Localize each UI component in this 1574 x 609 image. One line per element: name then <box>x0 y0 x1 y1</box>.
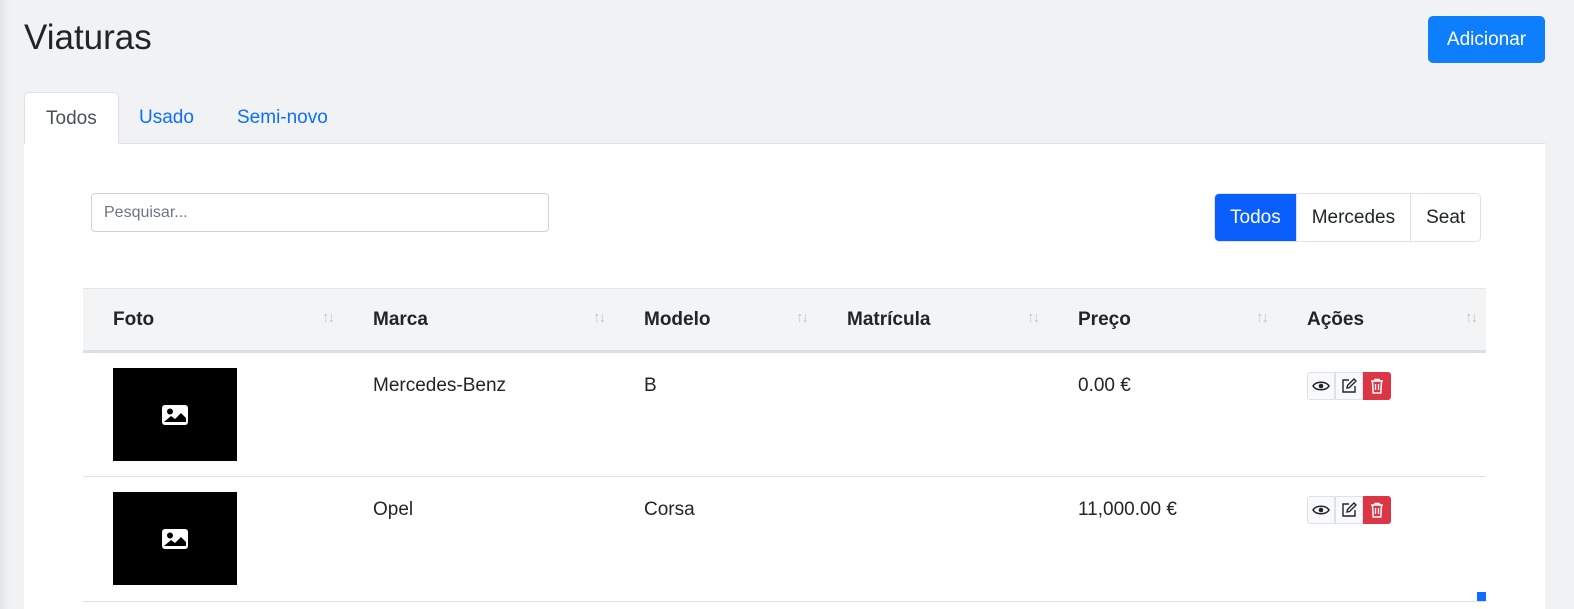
photo-cell <box>83 352 343 477</box>
preco-cell: 11,000.00 € <box>1078 499 1177 520</box>
preco-cell: 0.00 € <box>1078 375 1131 396</box>
sort-arrows-icon[interactable]: ↑↓ <box>1465 309 1478 326</box>
tab-panel: Todos Mercedes Seat Foto ↑↓ Marca ↑↓ Model… <box>24 144 1545 609</box>
view-button[interactable] <box>1307 372 1335 400</box>
sort-arrows-icon[interactable]: ↑↓ <box>796 309 809 326</box>
column-header-foto[interactable]: Foto ↑↓ <box>83 289 343 352</box>
column-label: Modelo <box>644 308 711 330</box>
filter-todos-button[interactable]: Todos <box>1215 194 1297 241</box>
trash-icon <box>1371 378 1383 394</box>
column-header-marca[interactable]: Marca ↑↓ <box>343 289 614 352</box>
delete-button[interactable] <box>1363 372 1391 400</box>
tab-usado[interactable]: Usado <box>118 92 215 144</box>
table-header-row: Foto ↑↓ Marca ↑↓ Modelo ↑↓ Matrícula ↑↓ Preç… <box>83 288 1486 352</box>
column-label: Preço <box>1078 308 1131 330</box>
modelo-cell: Corsa <box>644 499 695 520</box>
column-label: Marca <box>373 308 428 330</box>
add-button[interactable]: Adicionar <box>1428 16 1545 63</box>
column-header-matricula[interactable]: Matrícula ↑↓ <box>817 289 1048 352</box>
vehicle-photo[interactable] <box>113 368 237 461</box>
column-label: Matrícula <box>847 308 931 330</box>
column-header-modelo[interactable]: Modelo ↑↓ <box>614 289 817 352</box>
vehicle-photo[interactable] <box>113 492 237 585</box>
delete-button[interactable] <box>1363 496 1391 524</box>
sort-arrows-icon[interactable]: ↑↓ <box>593 309 606 326</box>
image-placeholder-icon <box>162 404 188 425</box>
edit-icon <box>1342 378 1357 393</box>
column-label: Ações <box>1307 308 1365 330</box>
column-header-acoes[interactable]: Ações ↑↓ <box>1277 289 1486 352</box>
acoes-cell <box>1277 477 1486 602</box>
matricula-cell <box>817 352 1048 477</box>
column-header-preco[interactable]: Preço ↑↓ <box>1048 289 1277 352</box>
left-edge-shadow <box>0 0 10 609</box>
page-title: Viaturas <box>24 18 152 57</box>
marca-cell: Mercedes-Benz <box>373 375 507 396</box>
edit-button[interactable] <box>1335 496 1363 524</box>
eye-icon <box>1312 505 1330 515</box>
row-actions <box>1307 496 1486 524</box>
vehicles-table-container: Foto ↑↓ Marca ↑↓ Modelo ↑↓ Matrícula ↑↓ Preç… <box>83 288 1486 602</box>
column-label: Foto <box>113 308 155 330</box>
table-row: Opel Corsa 11,000.00 € <box>83 477 1486 602</box>
view-button[interactable] <box>1307 496 1335 524</box>
trash-icon <box>1371 502 1383 518</box>
image-placeholder-icon <box>162 528 188 549</box>
filter-seat-button[interactable]: Seat <box>1411 194 1481 241</box>
acoes-cell <box>1277 352 1486 477</box>
edit-button[interactable] <box>1335 372 1363 400</box>
photo-cell <box>83 477 343 602</box>
scroll-indicator <box>1477 592 1486 601</box>
row-actions <box>1307 372 1486 400</box>
marca-cell: Opel <box>373 499 414 520</box>
eye-icon <box>1312 381 1330 391</box>
modelo-cell: B <box>644 375 657 396</box>
edit-icon <box>1342 502 1357 517</box>
tab-todos[interactable]: Todos <box>24 92 119 145</box>
vehicles-table: Foto ↑↓ Marca ↑↓ Modelo ↑↓ Matrícula ↑↓ Preç… <box>83 288 1486 602</box>
brand-filter-group: Todos Mercedes Seat <box>1214 193 1482 242</box>
sort-arrows-icon[interactable]: ↑↓ <box>322 309 335 326</box>
matricula-cell <box>817 477 1048 602</box>
tab-semi-novo[interactable]: Semi-novo <box>216 92 349 144</box>
sort-arrows-icon[interactable]: ↑↓ <box>1027 309 1040 326</box>
tab-bar: Todos Usado Semi-novo <box>24 92 1545 145</box>
sort-arrows-icon[interactable]: ↑↓ <box>1256 309 1269 326</box>
table-row: Mercedes-Benz B 0.00 € <box>83 352 1486 477</box>
filter-mercedes-button[interactable]: Mercedes <box>1296 194 1412 241</box>
search-input[interactable] <box>91 193 549 232</box>
